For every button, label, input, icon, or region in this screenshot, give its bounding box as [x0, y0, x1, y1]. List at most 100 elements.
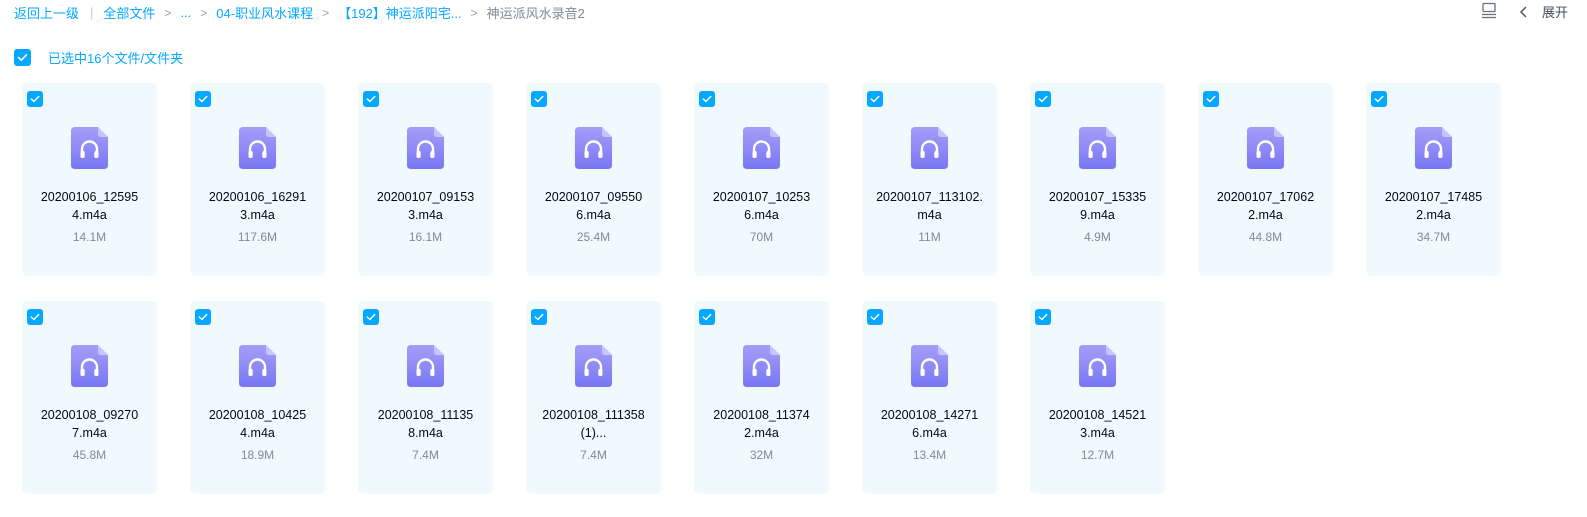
file-name-line2: 3.m4a [240, 208, 275, 222]
file-name: 20200107_09550 6.m4a [526, 188, 661, 224]
file-size: 18.9M [240, 448, 275, 462]
file-card[interactable]: 20200108_14521 3.m4a 12.7M [1030, 301, 1165, 494]
audio-file-icon [71, 345, 108, 387]
file-name: 20200107_17062 2.m4a [1198, 188, 1333, 224]
check-icon [1038, 313, 1048, 321]
breadcrumb-separator-icon: > [322, 5, 330, 20]
select-all-checkbox[interactable] [14, 48, 31, 66]
file-name-line2: 6.m4a [912, 426, 947, 440]
chevron-left-icon [1520, 6, 1527, 17]
file-card[interactable]: 20200108_10425 4.m4a 18.9M [190, 301, 325, 494]
audio-file-icon [911, 345, 948, 387]
check-icon [1206, 95, 1216, 103]
file-card[interactable]: 20200107_10253 6.m4a 70M [694, 83, 829, 276]
file-name-line1: 20200108_09270 [40, 408, 139, 422]
file-card[interactable]: 20200107_17485 2.m4a 34.7M [1366, 83, 1501, 276]
file-checkbox[interactable] [195, 91, 211, 107]
file-checkbox[interactable] [699, 91, 715, 107]
audio-file-icon [1247, 127, 1284, 169]
file-checkbox[interactable] [195, 309, 211, 325]
file-card[interactable]: 20200108_11135 8.m4a 7.4M [358, 301, 493, 494]
file-checkbox[interactable] [1035, 91, 1051, 107]
file-size: 13.4M [912, 448, 947, 462]
check-icon [534, 95, 544, 103]
file-card[interactable]: 20200108_11374 2.m4a 32M [694, 301, 829, 494]
list-view-icon[interactable] [1481, 2, 1497, 19]
file-size: 7.4M [412, 448, 439, 462]
audio-file-icon [407, 127, 444, 169]
file-name-line2: 2.m4a [1416, 208, 1451, 222]
breadcrumb-ellipsis[interactable]: ... [180, 5, 191, 20]
file-checkbox[interactable] [27, 309, 43, 325]
file-checkbox[interactable] [363, 309, 379, 325]
breadcrumb-all-files[interactable]: 全部文件 [103, 3, 155, 22]
file-name-line1: 20200108_111358 [542, 408, 645, 422]
file-name: 20200107_17485 2.m4a [1366, 188, 1501, 224]
check-icon [366, 313, 376, 321]
file-size: 4.9M [1084, 230, 1111, 244]
audio-file-icon [743, 345, 780, 387]
selection-count-text: 已选中16个文件/文件夹 [48, 50, 184, 66]
file-checkbox[interactable] [1371, 91, 1387, 107]
back-link[interactable]: 返回上一级 [14, 3, 79, 22]
file-name: 20200108_111358 (1)... [526, 406, 661, 442]
file-checkbox[interactable] [531, 309, 547, 325]
file-card[interactable]: 20200107_113102. m4a 11M [862, 83, 997, 276]
file-name-line1: 20200107_17485 [1384, 190, 1483, 204]
file-name-line1: 20200107_09550 [544, 190, 643, 204]
breadcrumb-divider: | [90, 5, 94, 20]
audio-file-icon [911, 127, 948, 169]
audio-file-icon [743, 127, 780, 169]
file-size: 70M [749, 230, 774, 244]
file-name-line2: 3.m4a [1080, 426, 1115, 440]
check-icon [30, 95, 40, 103]
file-name-line1: 20200106_12595 [40, 190, 139, 204]
file-size: 7.4M [580, 448, 607, 462]
audio-file-icon [575, 345, 612, 387]
file-name-line2: 6.m4a [744, 208, 779, 222]
file-name-line2: 3.m4a [408, 208, 443, 222]
file-card[interactable]: 20200108_111358 (1)... 7.4M [526, 301, 661, 494]
file-card[interactable]: 20200107_09550 6.m4a 25.4M [526, 83, 661, 276]
file-name-line2: 2.m4a [744, 426, 779, 440]
file-checkbox[interactable] [27, 91, 43, 107]
file-name-line2: (1)... [580, 426, 607, 440]
file-checkbox[interactable] [867, 309, 883, 325]
file-size: 117.6M [237, 230, 278, 244]
file-name: 20200108_09270 7.m4a [22, 406, 157, 442]
check-icon [198, 95, 208, 103]
file-name-line2: 6.m4a [576, 208, 611, 222]
file-size: 12.7M [1080, 448, 1115, 462]
breadcrumb-level2[interactable]: 【192】神运派阳宅... [338, 3, 462, 22]
file-checkbox[interactable] [699, 309, 715, 325]
expand-button[interactable]: 展开 [1518, 2, 1568, 21]
file-checkbox[interactable] [1035, 309, 1051, 325]
file-checkbox[interactable] [531, 91, 547, 107]
file-card[interactable]: 20200107_09153 3.m4a 16.1M [358, 83, 493, 276]
file-name: 20200106_12595 4.m4a [22, 188, 157, 224]
file-size: 32M [749, 448, 774, 462]
file-checkbox[interactable] [1203, 91, 1219, 107]
file-card[interactable]: 20200108_14271 6.m4a 13.4M [862, 301, 997, 494]
file-card[interactable]: 20200106_12595 4.m4a 14.1M [22, 83, 157, 276]
check-icon [702, 95, 712, 103]
file-name: 20200107_113102. m4a [862, 188, 997, 224]
file-card[interactable]: 20200107_17062 2.m4a 44.8M [1198, 83, 1333, 276]
file-name: 20200108_14521 3.m4a [1030, 406, 1165, 442]
breadcrumb-separator-icon: > [164, 5, 172, 20]
check-icon [1038, 95, 1048, 103]
breadcrumb: 返回上一级 | 全部文件 > ... > 04-职业风水课程 > 【192】神运… [14, 3, 585, 22]
file-card[interactable]: 20200107_15335 9.m4a 4.9M [1030, 83, 1165, 276]
file-card[interactable]: 20200108_09270 7.m4a 45.8M [22, 301, 157, 494]
file-name-line2: 4.m4a [72, 208, 107, 222]
file-name: 20200107_09153 3.m4a [358, 188, 493, 224]
check-icon [870, 95, 880, 103]
file-checkbox[interactable] [363, 91, 379, 107]
file-card[interactable]: 20200106_16291 3.m4a 117.6M [190, 83, 325, 276]
check-icon [702, 313, 712, 321]
file-name-line1: 20200108_14521 [1048, 408, 1147, 422]
file-checkbox[interactable] [867, 91, 883, 107]
breadcrumb-level1[interactable]: 04-职业风水课程 [216, 3, 313, 22]
audio-file-icon [407, 345, 444, 387]
check-icon [1374, 95, 1384, 103]
